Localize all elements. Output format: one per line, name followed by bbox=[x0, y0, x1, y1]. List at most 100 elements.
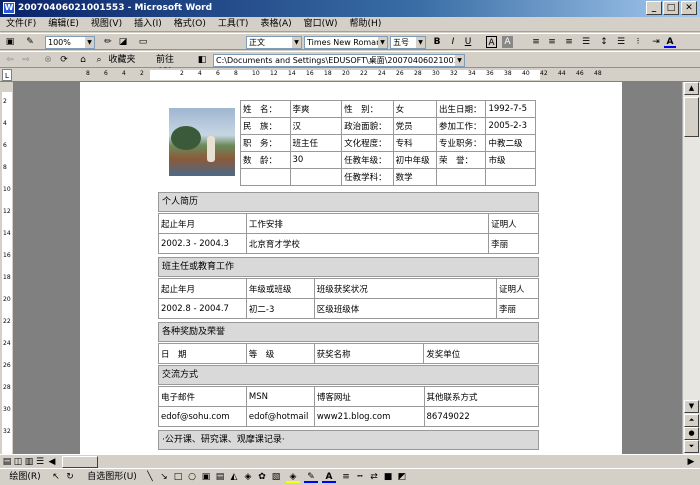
pen-icon[interactable]: ✏ bbox=[102, 36, 114, 48]
table-cell[interactable]: 30 bbox=[289, 151, 343, 169]
table-cell[interactable]: 专业职务： bbox=[435, 134, 487, 152]
vertical-scrollbar[interactable]: ▲ ▼ ⏶ ● ⏷ bbox=[682, 82, 700, 454]
indent-icon[interactable]: ⇥ bbox=[650, 36, 662, 48]
table-cell[interactable]: 李丽 bbox=[488, 233, 539, 254]
table-cell[interactable]: 初中年级 bbox=[392, 151, 437, 169]
menu-window[interactable]: 窗口(W) bbox=[298, 17, 344, 32]
autoshapes-button[interactable]: 自选图形(U) bbox=[84, 471, 140, 483]
table-cell[interactable]: 证明人 bbox=[496, 278, 539, 299]
table-cell[interactable]: edof@sohu.com bbox=[158, 406, 247, 427]
table-cell[interactable]: 出生日期： bbox=[435, 100, 487, 118]
font-select[interactable]: Times New Roman ▼ bbox=[304, 36, 388, 49]
line-color-icon[interactable]: ✎ bbox=[304, 471, 318, 483]
forward-icon[interactable]: ⇨ bbox=[20, 54, 32, 66]
horizontal-scroll-thumb[interactable] bbox=[62, 456, 98, 468]
section-header-awards[interactable]: 各种奖励及荣誉 bbox=[158, 322, 539, 342]
table-cell[interactable]: 任教年级： bbox=[341, 151, 394, 169]
table-cell[interactable]: 等 级 bbox=[245, 343, 315, 364]
table-cell[interactable]: 汉 bbox=[289, 117, 343, 135]
border-icon[interactable]: ▭ bbox=[136, 36, 150, 48]
table-cell[interactable] bbox=[240, 168, 291, 186]
table-cell[interactable]: 性 别： bbox=[341, 100, 394, 118]
table-cell[interactable]: MSN bbox=[245, 386, 315, 407]
close-button[interactable]: ✕ bbox=[681, 1, 697, 15]
table-cell[interactable]: 文化程度： bbox=[341, 134, 394, 152]
draw-menu-button[interactable]: 绘图(R) bbox=[4, 471, 46, 483]
table-cell[interactable] bbox=[289, 168, 343, 186]
table-cell[interactable]: edof@hotmail bbox=[245, 406, 315, 427]
align-justify-icon[interactable]: ≡ bbox=[530, 36, 542, 48]
document-area[interactable]: 姓 名： 李爽 性 别： 女 出生日期： 1992-7-5 民 族： 汉 政治面… bbox=[14, 82, 682, 454]
table-cell[interactable]: 北京育才学校 bbox=[245, 233, 490, 254]
distributed-icon[interactable]: ☰ bbox=[580, 36, 592, 48]
table-cell[interactable]: 数 龄： bbox=[240, 151, 291, 169]
char-shading-button[interactable]: A bbox=[502, 36, 513, 48]
minimize-button[interactable]: _ bbox=[646, 1, 662, 15]
underline-button[interactable]: U bbox=[463, 36, 473, 48]
table-cell[interactable]: 年级或班级 bbox=[245, 278, 315, 299]
font-size-select[interactable]: 五号 ▼ bbox=[390, 36, 426, 49]
table-cell[interactable]: 电子邮件 bbox=[158, 386, 247, 407]
table-cell[interactable]: 政治面貌： bbox=[341, 117, 394, 135]
table-cell[interactable]: 起止年月 bbox=[158, 278, 247, 299]
menu-file[interactable]: 文件(F) bbox=[0, 17, 42, 32]
search-icon[interactable]: ⌕ bbox=[93, 54, 105, 66]
section-header-teaching[interactable]: 班主任或教育工作 bbox=[158, 257, 539, 277]
table-cell[interactable]: 民 族： bbox=[240, 117, 291, 135]
prev-page-icon[interactable]: ⏶ bbox=[684, 414, 699, 427]
scroll-thumb[interactable] bbox=[684, 97, 699, 137]
menu-view[interactable]: 视图(V) bbox=[85, 17, 128, 32]
arrow-style-icon[interactable]: ⇄ bbox=[368, 471, 380, 483]
scroll-left-icon[interactable]: ◀ bbox=[47, 456, 57, 468]
home-icon[interactable]: ⌂ bbox=[77, 54, 89, 66]
draw-font-color-button[interactable]: A bbox=[322, 471, 336, 483]
table-cell[interactable] bbox=[435, 168, 487, 186]
scroll-down-icon[interactable]: ▼ bbox=[684, 400, 699, 413]
bold-button[interactable]: B bbox=[432, 36, 442, 48]
align-right-icon[interactable]: ≡ bbox=[563, 36, 575, 48]
table-cell[interactable]: 2002.8 - 2004.7 bbox=[158, 298, 247, 319]
table-cell[interactable]: 市级 bbox=[485, 151, 536, 169]
table-cell[interactable]: 荣 誉： bbox=[435, 151, 487, 169]
table-cell[interactable]: 党员 bbox=[392, 117, 437, 135]
tab-stop-icon[interactable]: L bbox=[2, 69, 12, 81]
section-header-resume[interactable]: 个人简历 bbox=[158, 192, 539, 212]
align-center-icon[interactable]: ≡ bbox=[546, 36, 558, 48]
table-cell[interactable]: www21.blog.com bbox=[313, 406, 425, 427]
rectangle-icon[interactable]: □ bbox=[172, 471, 184, 483]
diagram-icon[interactable]: ◈ bbox=[242, 471, 254, 483]
select-browse-object-icon[interactable]: ● bbox=[684, 427, 699, 440]
table-cell[interactable]: 发奖单位 bbox=[423, 343, 539, 364]
table-cell[interactable]: 专科 bbox=[392, 134, 437, 152]
table-cell[interactable]: 2005-2-3 bbox=[485, 117, 536, 135]
web-view-icon[interactable]: ◫ bbox=[13, 456, 23, 468]
table-cell[interactable]: 日 期 bbox=[158, 343, 247, 364]
table-cell[interactable]: 数学 bbox=[392, 168, 437, 186]
scroll-right-icon[interactable]: ▶ bbox=[686, 456, 696, 468]
table-cell[interactable]: 其他联系方式 bbox=[423, 386, 540, 407]
horizontal-scrollbar[interactable]: ▤ ◫ ▥ ☰ ◀ ▶ bbox=[0, 454, 700, 468]
line-icon[interactable]: ╲ bbox=[144, 471, 156, 483]
back-icon[interactable]: ⇦ bbox=[4, 54, 16, 66]
table-cell[interactable]: 李爽 bbox=[289, 100, 343, 118]
zoom-select[interactable]: 100% ▼ bbox=[45, 36, 95, 49]
table-cell[interactable]: 班主任 bbox=[289, 134, 343, 152]
save-icon[interactable]: ▣ bbox=[4, 36, 16, 48]
bullets-icon[interactable]: ⁝ bbox=[632, 36, 644, 48]
table-cell[interactable]: 任教学科： bbox=[341, 168, 394, 186]
dash-style-icon[interactable]: ┅ bbox=[354, 471, 366, 483]
3d-icon[interactable]: ◩ bbox=[396, 471, 408, 483]
goto-button[interactable]: 前往(G) bbox=[150, 54, 180, 77]
table-cell[interactable] bbox=[485, 168, 536, 186]
fill-color-icon[interactable]: ◈ bbox=[286, 471, 300, 483]
style-select[interactable]: 正文 ▼ bbox=[246, 36, 302, 49]
vertical-textbox-icon[interactable]: ▤ bbox=[214, 471, 226, 483]
table-cell[interactable]: 获奖名称 bbox=[313, 343, 425, 364]
char-border-button[interactable]: A bbox=[486, 36, 497, 48]
table-cell[interactable]: 起止年月 bbox=[158, 213, 247, 234]
oval-icon[interactable]: ○ bbox=[186, 471, 198, 483]
menu-table[interactable]: 表格(A) bbox=[254, 17, 297, 32]
select-objects-icon[interactable]: ↖ bbox=[50, 471, 62, 483]
document-page[interactable]: 姓 名： 李爽 性 别： 女 出生日期： 1992-7-5 民 族： 汉 政治面… bbox=[80, 82, 622, 454]
table-cell[interactable]: 工作安排 bbox=[245, 213, 490, 234]
